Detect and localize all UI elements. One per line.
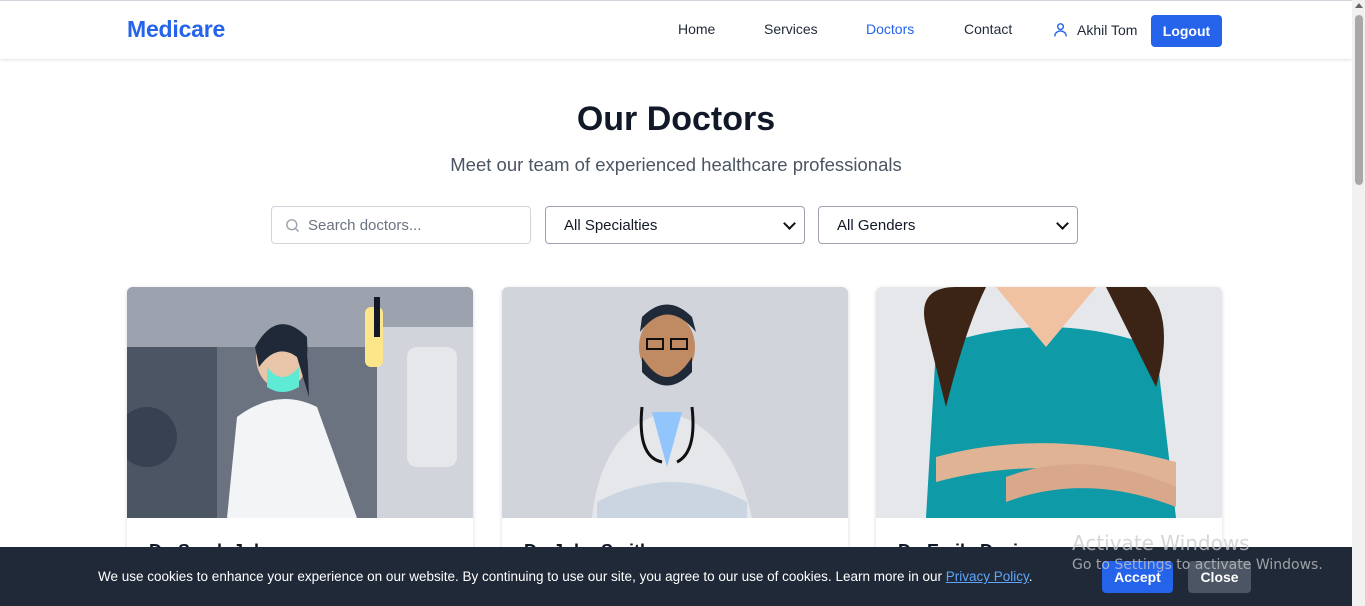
- cookie-period: .: [1028, 569, 1033, 584]
- scroll-up-arrow-icon[interactable]: [1355, 3, 1363, 8]
- navbar: Medicare Home Services Doctors Contact A…: [0, 0, 1352, 59]
- scrollbar[interactable]: [1352, 0, 1365, 606]
- user-name: Akhil Tom: [1077, 21, 1138, 38]
- search-input[interactable]: [308, 208, 523, 242]
- page: Medicare Home Services Doctors Contact A…: [0, 0, 1365, 606]
- nav-doctors[interactable]: Doctors: [866, 21, 914, 37]
- scroll-thumb[interactable]: [1355, 15, 1363, 185]
- doctor-card[interactable]: Dr. Sarah Johnson: [127, 287, 473, 587]
- nav-home[interactable]: Home: [678, 21, 715, 37]
- close-cookies-button[interactable]: Close: [1188, 561, 1251, 593]
- nav-contact[interactable]: Contact: [964, 21, 1012, 37]
- cookie-message: We use cookies to enhance your experienc…: [98, 569, 1033, 584]
- doctor-card[interactable]: Dr. Emily Davis: [876, 287, 1222, 587]
- gender-select[interactable]: All Genders: [818, 206, 1078, 244]
- doctor-card[interactable]: Dr. John Smith: [502, 287, 848, 587]
- logout-button[interactable]: Logout: [1151, 15, 1222, 47]
- search-icon: [286, 219, 299, 232]
- cookie-banner: We use cookies to enhance your experienc…: [0, 547, 1352, 606]
- cookie-message-text: We use cookies to enhance your experienc…: [98, 569, 946, 584]
- nav-services[interactable]: Services: [764, 21, 818, 37]
- page-subtitle: Meet our team of experienced healthcare …: [450, 154, 902, 175]
- specialty-select[interactable]: All Specialties: [545, 206, 805, 244]
- chevron-down-icon: [783, 217, 796, 230]
- doctor-photo: [876, 287, 1222, 518]
- privacy-policy-link[interactable]: Privacy Policy: [946, 569, 1029, 584]
- page-title: Our Doctors: [576, 100, 776, 138]
- nav-links: Home Services Doctors Contact: [0, 1, 1352, 60]
- doctor-photo: [127, 287, 473, 518]
- chevron-down-icon: [1056, 217, 1069, 230]
- user-icon: [1054, 23, 1067, 37]
- accept-cookies-button[interactable]: Accept: [1102, 561, 1173, 593]
- specialty-select-value: All Specialties: [564, 216, 658, 234]
- gender-select-value: All Genders: [837, 216, 916, 234]
- doctor-photo: [502, 287, 848, 518]
- user-profile[interactable]: Akhil Tom: [1052, 21, 1137, 38]
- search-box: [271, 206, 531, 244]
